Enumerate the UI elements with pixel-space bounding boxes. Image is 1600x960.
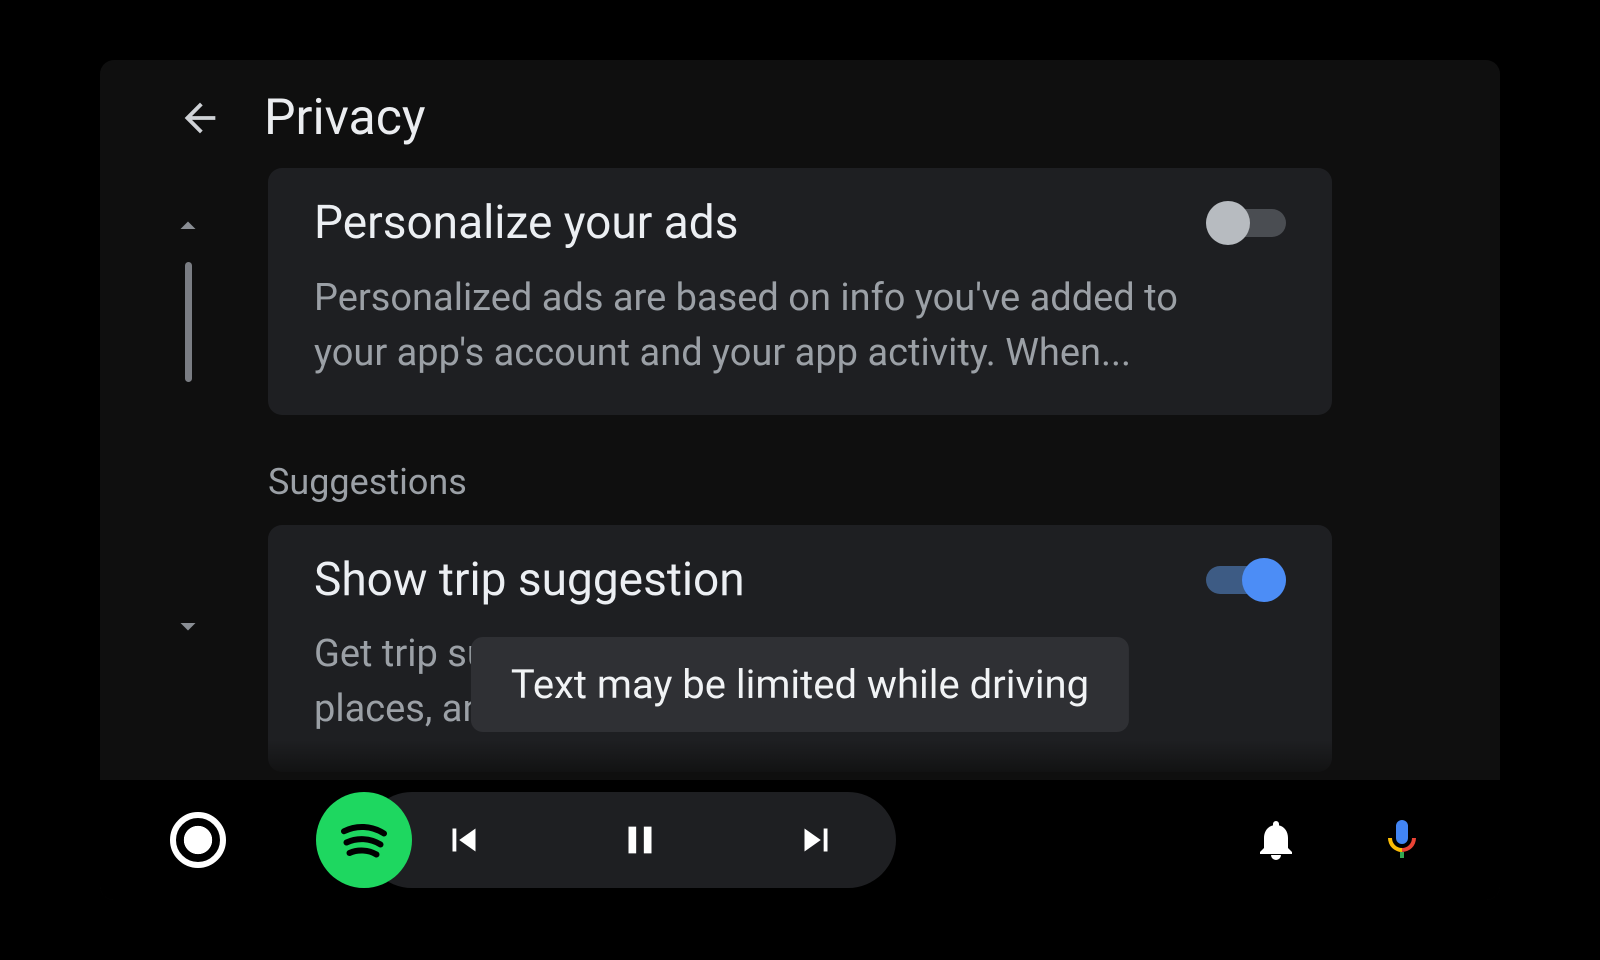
page-title: Privacy <box>264 89 426 147</box>
previous-track-button[interactable] <box>436 812 492 868</box>
scroll-indicator[interactable] <box>170 208 206 382</box>
next-track-button[interactable] <box>788 812 844 868</box>
media-cluster <box>316 792 896 888</box>
skip-previous-icon <box>441 817 487 863</box>
personalize-ads-desc: Personalized ads are based on info you'v… <box>314 271 1214 381</box>
spotify-app-button[interactable] <box>316 792 412 888</box>
arrow-left-icon <box>177 95 223 141</box>
chevron-up-icon <box>170 208 206 244</box>
spotify-icon <box>334 810 394 870</box>
mic-icon <box>1378 816 1426 864</box>
notifications-button[interactable] <box>1248 812 1304 868</box>
personalize-ads-card[interactable]: Personalize your ads Personalized ads ar… <box>268 168 1332 415</box>
skip-next-icon <box>793 817 839 863</box>
header-bar: Privacy <box>100 60 1500 168</box>
trip-suggestion-toggle[interactable] <box>1206 558 1286 602</box>
media-controls-pill <box>364 792 896 888</box>
trip-suggestion-title: Show trip suggestion <box>314 555 745 606</box>
suggestions-section-label: Suggestions <box>268 461 1332 503</box>
driving-toast: Text may be limited while driving <box>471 637 1129 732</box>
voice-assistant-button[interactable] <box>1374 812 1430 868</box>
personalize-ads-toggle[interactable] <box>1206 201 1286 245</box>
app-window: Privacy Personalize your ads Personalize… <box>100 60 1500 900</box>
chevron-down-icon <box>170 608 206 644</box>
pause-button[interactable] <box>612 812 668 868</box>
pause-icon <box>617 817 663 863</box>
home-button[interactable] <box>170 812 226 868</box>
back-button[interactable] <box>170 88 230 148</box>
bottom-nav <box>100 780 1500 900</box>
scroll-thumb <box>185 262 192 382</box>
personalize-ads-title: Personalize your ads <box>314 198 738 249</box>
bell-icon <box>1252 816 1300 864</box>
